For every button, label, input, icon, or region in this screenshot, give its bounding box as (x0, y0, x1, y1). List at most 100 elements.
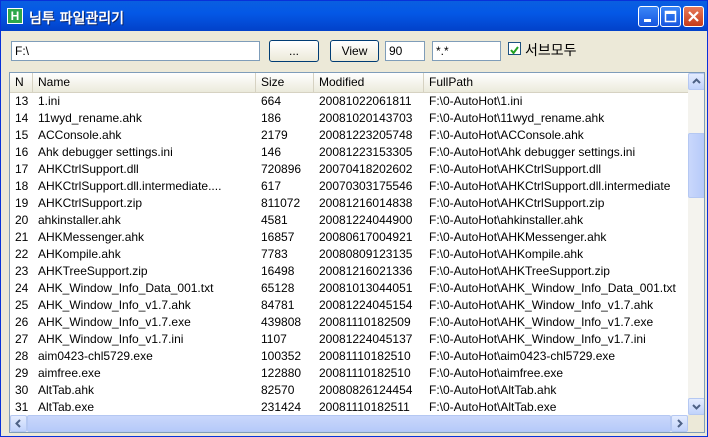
file-name: AHKCtrlSupport.dll.intermediate.... (38, 179, 222, 193)
file-name: 11wyd_rename.ahk (38, 111, 142, 125)
file-size: 82570 (261, 383, 295, 397)
close-button[interactable] (683, 6, 704, 27)
header-fullpath[interactable]: FullPath (424, 73, 688, 92)
file-name: ACConsole.ahk (38, 128, 122, 142)
subfolders-label[interactable]: 서브모두 (525, 40, 577, 60)
filter-input[interactable]: *.* (432, 41, 501, 61)
header-n[interactable]: N (10, 73, 33, 92)
file-size: 16857 (261, 230, 295, 244)
file-name: AHK_Window_Info_v1.7.ini (38, 332, 184, 346)
table-row[interactable]: 26 AHK_Window_Info_v1.7.exe 439808 20081110… (10, 314, 688, 331)
file-fullpath: F:\0-AutoHot\ahkinstaller.ahk (429, 213, 584, 227)
table-row[interactable]: 16 Ahk debugger settings.ini 146 2008122315… (10, 144, 688, 161)
table-row[interactable]: 18 AHKCtrlSupport.dll.intermediate.... 617… (10, 178, 688, 195)
table-row[interactable]: 14 11wyd_rename.ahk 186 20081020143703 F:\0-… (10, 110, 688, 127)
file-name: aimfree.exe (38, 366, 101, 380)
file-modified: 20081110182510 (319, 349, 411, 363)
file-fullpath: F:\0-AutoHot\AHKCtrlSupport.dll (429, 162, 602, 176)
table-row[interactable]: 20 ahkinstaller.ahk 4581 20081224044900 F:\0… (10, 212, 688, 229)
header-modified[interactable]: Modified (314, 73, 424, 92)
file-fullpath: F:\0-AutoHot\AltTab.exe (429, 400, 557, 414)
row-number: 29 (15, 366, 29, 380)
horizontal-scrollbar[interactable] (10, 415, 688, 432)
file-fullpath: F:\0-AutoHot\1.ini (429, 94, 523, 108)
table-row[interactable]: 25 AHK_Window_Info_v1.7.ahk 84781 200812240… (10, 297, 688, 314)
table-row[interactable]: 17 AHKCtrlSupport.dll 720896 20070418202602… (10, 161, 688, 178)
file-fullpath: F:\0-AutoHot\AHKMessenger.ahk (429, 230, 607, 244)
table-row[interactable]: 29 aimfree.exe 122880 20081110182510 F:\0-Au… (10, 365, 688, 382)
table-row[interactable]: 31 AltTab.exe 231424 20081110182511 F:\0-Aut… (10, 399, 688, 416)
file-modified: 20081110182511 (319, 400, 410, 414)
minimize-icon (644, 19, 651, 22)
file-name: AHK_Window_Info_v1.7.ahk (38, 298, 191, 312)
file-fullpath: F:\0-AutoHot\AHK_Window_Info_v1.7.ini (429, 332, 646, 346)
close-icon (688, 11, 699, 22)
row-number: 28 (15, 349, 29, 363)
table-row[interactable]: 19 AHKCtrlSupport.zip 811072 20081216014838… (10, 195, 688, 212)
file-size: 720896 (261, 162, 302, 176)
limit-input[interactable]: 90 (385, 41, 425, 61)
list-rows: 13 1.ini 664 20081022061811 F:\0-AutoHot\1.i… (10, 93, 688, 416)
file-size: 65128 (261, 281, 295, 295)
table-row[interactable]: 23 AHKTreeSupport.zip 16498 20081216021336 F… (10, 263, 688, 280)
table-row[interactable]: 30 AltTab.ahk 82570 20080826124454 F:\0-Auto… (10, 382, 688, 399)
file-list[interactable]: N Name Size Modified FullPath 13 1.ini 664… (9, 72, 705, 433)
row-number: 15 (15, 128, 29, 142)
scroll-right-button[interactable] (671, 415, 688, 432)
file-modified: 20080617004921 (319, 230, 413, 244)
table-row[interactable]: 13 1.ini 664 20081022061811 F:\0-AutoHot\1.i… (10, 93, 688, 110)
file-name: AHKTreeSupport.zip (38, 264, 148, 278)
row-number: 25 (15, 298, 29, 312)
file-size: 664 (261, 94, 282, 108)
file-modified: 20081110182510 (319, 366, 411, 380)
header-size[interactable]: Size (256, 73, 314, 92)
scroll-down-button[interactable] (688, 398, 704, 415)
vertical-scroll-thumb[interactable] (688, 133, 704, 198)
file-modified: 20081224045137 (319, 332, 413, 346)
file-fullpath: F:\0-AutoHot\aim0423-chl5729.exe (429, 349, 616, 363)
file-fullpath: F:\0-AutoHot\ACConsole.ahk (429, 128, 584, 142)
row-number: 27 (15, 332, 29, 346)
minimize-button[interactable] (638, 6, 659, 27)
row-number: 18 (15, 179, 29, 193)
checkmark-icon (510, 46, 519, 55)
row-number: 22 (15, 247, 29, 261)
browse-button[interactable]: ... (269, 40, 319, 62)
file-size: 4581 (261, 213, 288, 227)
header-name[interactable]: Name (33, 73, 256, 92)
scroll-left-button[interactable] (10, 415, 27, 432)
table-row[interactable]: 21 AHKMessenger.ahk 16857 20080617004921 F:\… (10, 229, 688, 246)
horizontal-scroll-thumb[interactable] (27, 415, 671, 432)
row-number: 16 (15, 145, 29, 159)
vertical-scrollbar[interactable] (688, 73, 704, 415)
file-size: 146 (261, 145, 282, 159)
path-input[interactable]: F:\ (11, 41, 260, 61)
file-modified: 20080826124454 (319, 383, 413, 397)
maximize-button[interactable] (660, 6, 681, 27)
table-row[interactable]: 24 AHK_Window_Info_Data_001.txt 65128 20081… (10, 280, 688, 297)
file-fullpath: F:\0-AutoHot\AHKCtrlSupport.dll.intermed… (429, 179, 671, 193)
table-row[interactable]: 27 AHK_Window_Info_v1.7.ini 1107 2008122404… (10, 331, 688, 348)
file-modified: 20081110182509 (319, 315, 411, 329)
row-number: 30 (15, 383, 29, 397)
file-name: aim0423-chl5729.exe (38, 349, 153, 363)
file-name: Ahk debugger settings.ini (38, 145, 173, 159)
file-size: 811072 (261, 196, 301, 210)
view-button[interactable]: View (330, 40, 379, 62)
row-number: 31 (15, 400, 29, 414)
table-row[interactable]: 15 ACConsole.ahk 2179 20081223205748 F:\0-Au… (10, 127, 688, 144)
subfolders-checkbox[interactable] (508, 42, 521, 55)
file-fullpath: F:\0-AutoHot\AHKompile.ahk (429, 247, 584, 261)
scroll-up-button[interactable] (688, 73, 704, 90)
app-icon: H (7, 8, 23, 24)
file-name: AHK_Window_Info_Data_001.txt (38, 281, 214, 295)
file-name: AltTab.exe (38, 400, 95, 414)
table-row[interactable]: 28 aim0423-chl5729.exe 100352 2008111018251… (10, 348, 688, 365)
row-number: 26 (15, 315, 29, 329)
maximize-icon (664, 10, 677, 23)
title-bar[interactable]: H 님투 파일관리기 (1, 1, 707, 31)
file-name: ahkinstaller.ahk (38, 213, 121, 227)
file-name: AHKCtrlSupport.zip (38, 196, 143, 210)
table-row[interactable]: 22 AHKompile.ahk 7783 20080809123135 F:\0-Au… (10, 246, 688, 263)
file-fullpath: F:\0-AutoHot\11wyd_rename.ahk (429, 111, 605, 125)
